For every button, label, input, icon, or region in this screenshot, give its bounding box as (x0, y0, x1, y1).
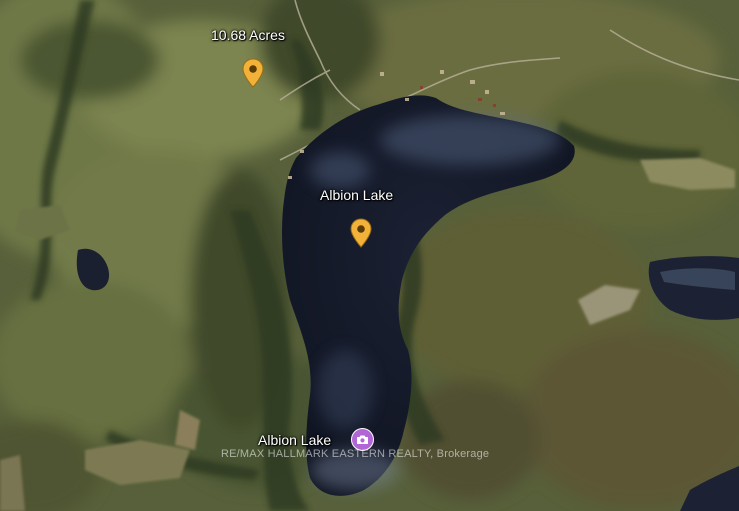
photo-marker-label: Albion Lake (258, 432, 332, 448)
camera-glyph (357, 435, 368, 444)
marker-label-acres: 10.68 Acres (211, 27, 285, 43)
map-pin-icon[interactable] (242, 58, 264, 88)
map-pin-icon[interactable] (350, 218, 372, 248)
brokerage-watermark: RE/MAX HALLMARK EASTERN REALTY, Brokerag… (221, 448, 490, 460)
marker-label-lake: Albion Lake (320, 187, 394, 203)
satellite-map[interactable]: 10.68 Acres Albion Lake Albion Lake RE/M… (0, 0, 739, 511)
